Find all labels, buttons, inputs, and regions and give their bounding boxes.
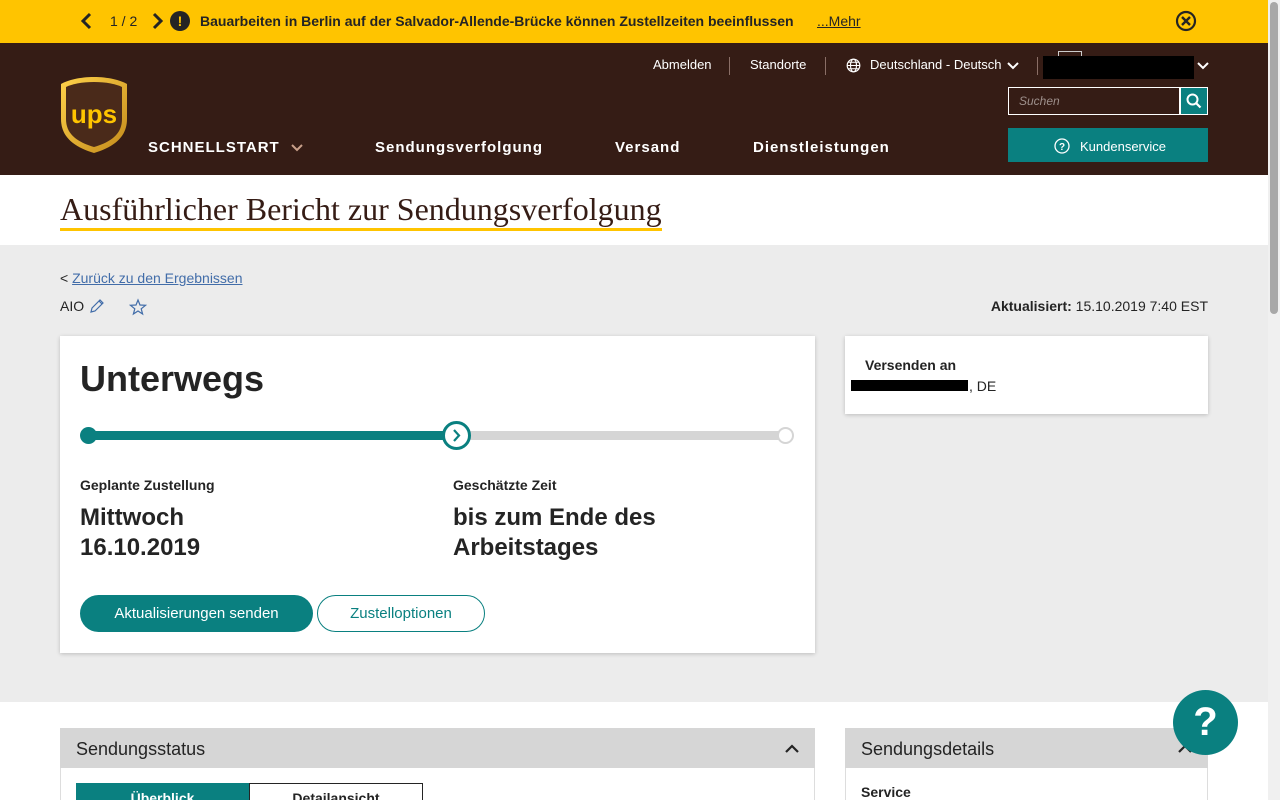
shipment-status-panel-header[interactable]: Sendungsstatus — [60, 728, 815, 768]
chevron-down-icon[interactable] — [1007, 62, 1019, 70]
language-selector[interactable]: Deutschland - Deutsch — [870, 57, 1002, 72]
tab-details[interactable]: Detailansicht — [249, 783, 423, 800]
page-title: Ausführlicher Bericht zur Sendungsverfol… — [60, 190, 662, 231]
shipment-status-title: Sendungsstatus — [76, 739, 206, 759]
status-headline: Unterwegs — [80, 358, 265, 399]
planned-delivery-label: Geplante Zustellung — [80, 477, 215, 493]
chevron-left-icon[interactable] — [79, 11, 93, 31]
ship-to-label: Versenden an — [865, 357, 957, 373]
progress-fill — [88, 431, 457, 440]
customer-service-button[interactable]: ? Kundenservice — [1008, 128, 1208, 162]
logout-link[interactable]: Abmelden — [653, 57, 712, 72]
ship-to-card: Versenden an , DE — [845, 336, 1208, 414]
divider — [729, 57, 730, 75]
planned-delivery-value: Mittwoch 16.10.2019 — [80, 504, 201, 561]
help-chat-button[interactable]: ? — [1173, 690, 1238, 755]
search-icon — [1186, 93, 1202, 109]
ups-logo[interactable]: ups — [60, 75, 128, 155]
progress-start-dot — [80, 427, 97, 444]
divider — [1037, 57, 1038, 75]
pencil-icon[interactable] — [89, 298, 105, 314]
nav-services[interactable]: Dienstleistungen — [753, 139, 890, 156]
estimated-time-value: bis zum Ende des Arbeitstages — [453, 504, 656, 561]
divider — [825, 57, 826, 75]
chevron-down-icon[interactable] — [291, 144, 303, 152]
service-label: Service — [861, 784, 911, 800]
chevron-down-icon[interactable] — [1197, 62, 1209, 70]
account-name-redacted[interactable] — [1043, 56, 1194, 79]
delivery-options-button[interactable]: Zustelloptionen — [317, 595, 485, 632]
alert-more-link[interactable]: ...Mehr — [817, 13, 861, 29]
scrollbar-thumb[interactable] — [1270, 2, 1278, 314]
chevron-right-icon[interactable] — [151, 11, 165, 31]
alert-message: Bauarbeiten in Berlin auf der Salvador-A… — [200, 13, 794, 29]
address-redacted — [851, 380, 968, 391]
ship-to-country: , DE — [969, 378, 997, 394]
star-icon[interactable] — [129, 298, 147, 316]
search-input[interactable]: Suchen — [1008, 87, 1180, 115]
svg-text:ups: ups — [71, 99, 117, 129]
back-arrow: < — [60, 270, 69, 286]
chevron-up-icon[interactable] — [785, 744, 799, 753]
chevron-right-icon — [453, 429, 461, 442]
progress-current-marker — [442, 421, 471, 450]
tab-overview[interactable]: Überblick — [76, 783, 249, 800]
last-updated: Aktualisiert: 15.10.2019 7:40 EST — [991, 298, 1208, 314]
shipment-details-title: Sendungsdetails — [861, 739, 995, 759]
estimated-time-label: Geschätzte Zeit — [453, 477, 557, 493]
shipment-details-panel-header[interactable]: Sendungsdetails — [845, 728, 1208, 768]
search-button[interactable] — [1180, 87, 1208, 115]
back-to-results-link[interactable]: Zurück zu den Ergebnissen — [72, 270, 242, 286]
updated-value: 15.10.2019 7:40 EST — [1075, 298, 1208, 314]
progress-end-dot — [777, 427, 794, 444]
nav-shipping[interactable]: Versand — [615, 139, 680, 156]
nav-quickstart[interactable]: SCHNELLSTART — [148, 139, 280, 156]
tracking-alias: AIO — [60, 298, 85, 314]
close-icon[interactable] — [1175, 10, 1197, 32]
help-circle-icon: ? — [1054, 138, 1070, 154]
warning-icon: ! — [170, 11, 190, 31]
updated-label: Aktualisiert: — [990, 298, 1072, 314]
send-updates-button[interactable]: Aktualisierungen senden — [80, 595, 313, 632]
alert-bar: 1 / 2 ! Bauarbeiten in Berlin auf der Sa… — [0, 0, 1268, 43]
locations-link[interactable]: Standorte — [750, 57, 806, 72]
title-strip: Ausführlicher Bericht zur Sendungsverfol… — [0, 175, 1268, 245]
nav-tracking[interactable]: Sendungsverfolgung — [375, 139, 543, 156]
globe-icon — [846, 58, 861, 73]
site-header: ups Abmelden Standorte Deutschland - Deu… — [0, 43, 1268, 175]
customer-service-label: Kundenservice — [1080, 139, 1166, 154]
svg-text:?: ? — [1059, 142, 1065, 153]
status-card: Unterwegs Geplante Zustellung Mittwoch 1… — [60, 336, 815, 653]
alert-pager: 1 / 2 — [110, 13, 138, 29]
back-row: < Zurück zu den Ergebnissen — [60, 270, 243, 286]
